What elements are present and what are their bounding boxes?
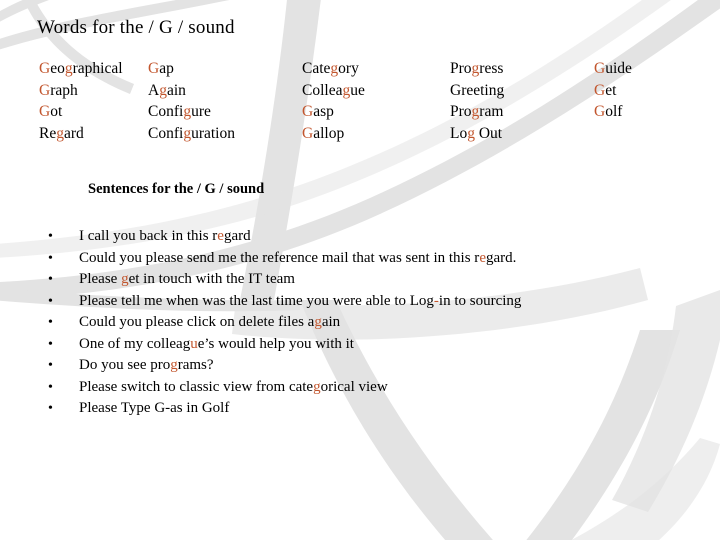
bullet-icon: • xyxy=(48,358,53,373)
bullet-icon: • xyxy=(48,272,53,287)
word-item: Colleague xyxy=(302,81,365,99)
list-item: • Please Type G-as in Golf xyxy=(0,398,720,420)
sentence-text: Could you please send me the reference m… xyxy=(79,249,517,266)
sentence-text: Could you please click on delete files a… xyxy=(79,314,341,330)
highlighted-letter: g xyxy=(314,314,322,330)
highlighted-letter: G xyxy=(302,103,314,120)
sentence-list: • I call you back in this regard • Could yo… xyxy=(0,226,720,420)
bullet-icon: • xyxy=(48,401,53,416)
list-item: • One of my colleague’s would help you wi… xyxy=(0,334,720,356)
highlighted-letter: G xyxy=(39,81,51,99)
list-item: • Please switch to classic view from cate… xyxy=(0,377,720,399)
sentence-text: Please get in touch with the IT team xyxy=(79,271,295,287)
sentence-text: One of my colleague’s would help you wit… xyxy=(79,335,354,352)
list-item: • Please get in touch with the IT team xyxy=(0,269,720,291)
word-item: Got xyxy=(39,103,63,120)
highlighted-letter: G xyxy=(148,60,160,77)
sentence-text: Please Type G-as in Golf xyxy=(79,400,230,416)
sentence-text: Do you see programs? xyxy=(79,357,214,373)
highlighted-letter: G xyxy=(39,103,51,120)
highlighted-letter: g xyxy=(183,124,192,142)
highlighted-letter: g xyxy=(159,81,167,99)
word-item: Category xyxy=(302,60,359,77)
highlighted-letter: g xyxy=(313,378,321,395)
slide-canvas: Words for the / G / sound Geographical Gr… xyxy=(0,0,720,540)
word-item: Again xyxy=(148,81,186,99)
word-item: Geographical xyxy=(39,60,123,77)
highlighted-letter: G xyxy=(302,124,314,142)
word-column: Category Colleague Gasp Gallop xyxy=(302,58,365,144)
highlighted-letter: G xyxy=(594,60,606,77)
sentence-text: Please switch to classic view from categ… xyxy=(79,378,388,395)
list-item: • Could you please click on delete files … xyxy=(0,312,720,334)
bullet-icon: • xyxy=(48,315,53,330)
word-column: Guide Get Golf xyxy=(594,58,632,123)
highlighted-letter: g xyxy=(183,103,192,120)
highlighted-letter: e xyxy=(479,249,486,266)
highlighted-letter: g xyxy=(64,60,73,77)
highlighted-letter: e xyxy=(217,228,224,244)
bullet-icon: • xyxy=(48,293,53,309)
highlighted-letter: g xyxy=(330,60,339,77)
word-item: Get xyxy=(594,81,617,99)
highlighted-letter: g xyxy=(56,124,64,142)
highlighted-letter: g xyxy=(342,81,351,99)
list-item: • Please tell me when was the last time y… xyxy=(0,291,720,313)
highlighted-letter: g xyxy=(471,103,480,120)
bullet-icon: • xyxy=(48,379,53,395)
list-item: • I call you back in this regard xyxy=(0,226,720,248)
word-item: Progress xyxy=(450,60,504,77)
word-column: Progress Greeting Program Log Out xyxy=(450,58,504,144)
highlighted-letter: g xyxy=(170,357,178,373)
list-item: • Could you please send me the reference … xyxy=(0,248,720,270)
highlighted-letter: g xyxy=(471,60,480,77)
highlighted-letter: G xyxy=(594,103,606,120)
highlighted-letter: - xyxy=(433,292,439,309)
bullet-icon: • xyxy=(48,336,53,352)
highlighted-letter: G xyxy=(39,60,51,77)
bullet-icon: • xyxy=(48,250,53,266)
word-item: Greeting xyxy=(450,81,505,99)
word-column: Gap Again Configure Configuration xyxy=(148,58,235,144)
word-item: Guide xyxy=(594,60,632,77)
word-item: Golf xyxy=(594,103,623,120)
word-item: Gasp xyxy=(302,103,334,120)
sentence-text: Please tell me when was the last time yo… xyxy=(79,292,522,309)
word-item: Gap xyxy=(148,60,174,77)
highlighted-letter: g xyxy=(467,124,475,142)
word-item: Log Out xyxy=(450,124,503,142)
word-item: Configuration xyxy=(148,124,235,142)
word-item: Regard xyxy=(39,124,84,142)
bullet-icon: • xyxy=(48,229,53,244)
list-item: • Do you see programs? xyxy=(0,355,720,377)
word-item: Graph xyxy=(39,81,78,99)
highlighted-letter: g xyxy=(121,271,129,287)
sentence-text: I call you back in this regard xyxy=(79,228,251,244)
word-item: Configure xyxy=(148,103,211,120)
word-column: Geographical Graph Got Regard xyxy=(39,58,123,144)
highlighted-letter: G xyxy=(594,81,606,99)
word-item: Program xyxy=(450,103,504,120)
section-subtitle: Sentences for the / G / sound xyxy=(88,181,265,197)
highlighted-letter: u xyxy=(190,335,198,352)
page-title: Words for the / G / sound xyxy=(37,17,235,38)
highlighted-letter xyxy=(198,400,202,416)
word-item: Gallop xyxy=(302,124,345,142)
